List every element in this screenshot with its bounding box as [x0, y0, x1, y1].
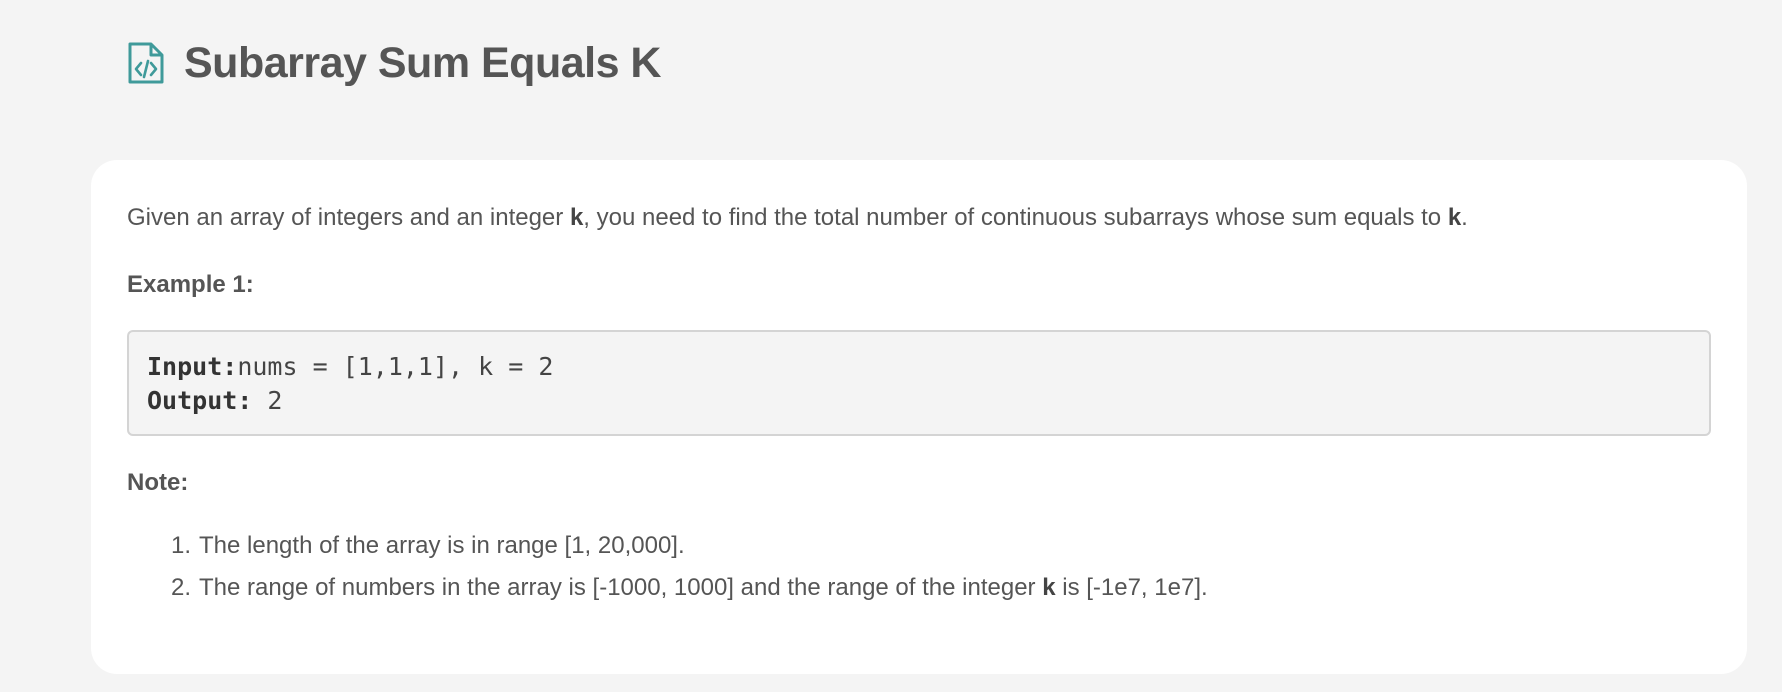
problem-description-card: Given an array of integers and an intege… [91, 160, 1747, 674]
statement-text: , you need to find the total number of c… [583, 204, 1448, 231]
statement-k: k [569, 204, 584, 231]
output-label: Output: [147, 386, 253, 415]
list-item: 2. The range of numbers in the array is … [127, 567, 1208, 609]
page-title: Subarray Sum Equals K [184, 38, 662, 87]
example-code-block: Input:nums = [1,1,1], k = 2 Output: 2 [127, 330, 1711, 436]
list-item-k: k [1042, 574, 1056, 601]
list-item-number: 1. [170, 532, 191, 559]
problem-page: Subarray Sum Equals K Given an array of … [0, 0, 1782, 692]
input-value: nums = [1,1,1], k = 2 [237, 352, 554, 381]
list-item: 1. The length of the array is in range [… [127, 525, 1208, 567]
page-header: Subarray Sum Equals K [126, 38, 662, 88]
example-heading: Example 1: [127, 271, 254, 298]
list-item-text: The length of the array is in range [1, … [199, 532, 685, 559]
statement-text: . [1461, 204, 1468, 231]
list-item-text-part: is [-1e7, 1e7]. [1055, 574, 1208, 601]
list-item-number: 2. [170, 574, 191, 601]
list-item-text: The range of numbers in the array is [-1… [199, 567, 1208, 609]
input-label: Input: [147, 352, 238, 381]
statement-text: Given an array of integers and an intege… [127, 204, 570, 231]
output-value: 2 [252, 386, 283, 415]
list-item-text-part: The range of numbers in the array is [-1… [199, 574, 1043, 601]
note-heading: Note: [127, 469, 189, 496]
code-file-icon [126, 40, 166, 86]
statement-k: k [1447, 204, 1462, 231]
problem-statement: Given an array of integers and an intege… [127, 202, 1468, 234]
note-list: 1. The length of the array is in range [… [127, 525, 1208, 609]
